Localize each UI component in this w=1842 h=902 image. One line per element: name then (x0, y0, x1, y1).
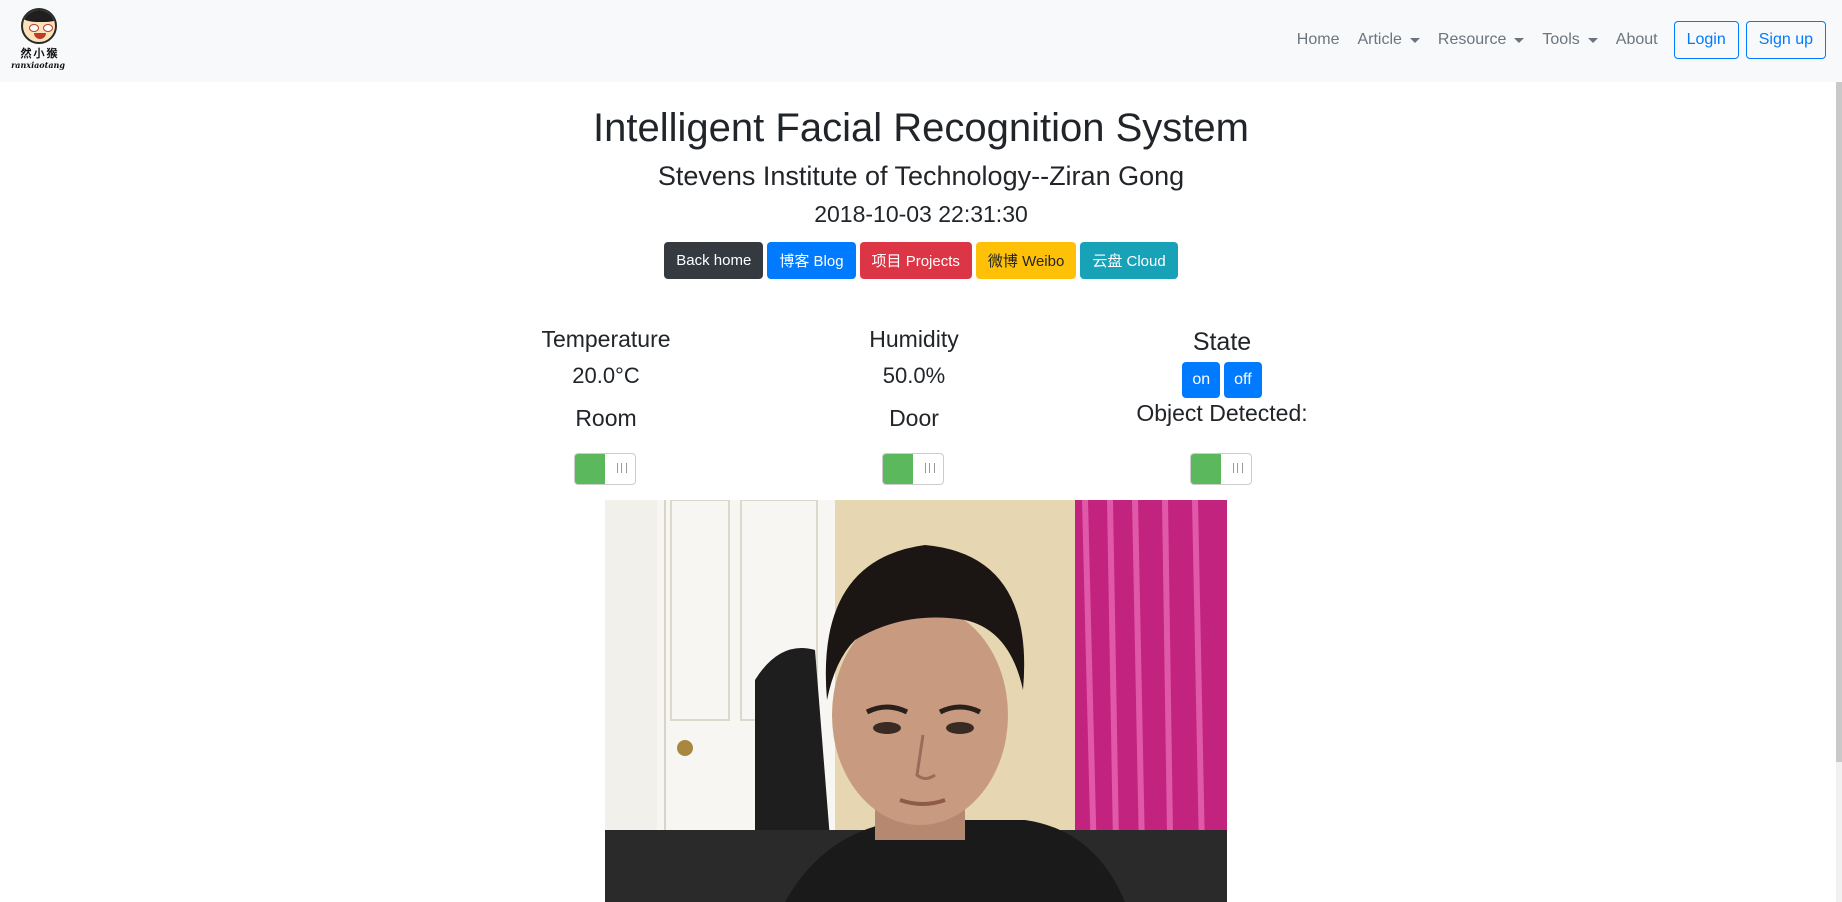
datetime-display: 2018-10-03 22:31:30 (814, 201, 1028, 227)
toggle-grip-icon (617, 463, 627, 473)
temperature-label: Temperature (541, 326, 671, 352)
nav-resource[interactable]: Resource (1437, 31, 1525, 49)
state-panel: State on off Object Detected: (1072, 328, 1372, 427)
toggle-grip-icon (1233, 463, 1243, 473)
nav-tools[interactable]: Tools (1542, 31, 1598, 49)
caret-down-icon (1587, 37, 1598, 43)
cloud-button[interactable]: 云盘 Cloud (1080, 242, 1178, 279)
nav-about[interactable]: About (1616, 31, 1658, 49)
nav-article[interactable]: Article (1357, 31, 1420, 49)
door-toggle[interactable] (882, 453, 944, 485)
nav-resource-label: Resource (1437, 31, 1507, 48)
caret-down-icon (1514, 37, 1525, 43)
humidity-panel: Humidity 50.0% Door (764, 326, 1064, 432)
room-toggle[interactable] (574, 453, 636, 485)
object-detected-toggle[interactable] (1190, 453, 1252, 485)
back-home-button[interactable]: Back home (664, 242, 764, 279)
state-on-button[interactable]: on (1182, 362, 1221, 398)
nav-tools-label: Tools (1542, 31, 1580, 48)
weibo-button[interactable]: 微博 Weibo (975, 242, 1077, 279)
brand-en-text: ranxiaotang (11, 60, 65, 70)
page-scrollbar-thumb[interactable] (1836, 82, 1842, 762)
door-label: Door (889, 405, 939, 431)
camera-feed (605, 500, 1227, 902)
link-button-row: Back home 博客 Blog 项目 Projects 微博 Weibo 云… (0, 242, 1842, 279)
caret-down-icon (1409, 37, 1420, 43)
login-button[interactable]: Login (1673, 21, 1739, 59)
object-detected-label: Object Detected: (1136, 400, 1308, 426)
blog-button[interactable]: 博客 Blog (767, 242, 856, 279)
humidity-value: 50.0% (882, 363, 946, 388)
projects-button[interactable]: 项目 Projects (859, 242, 972, 279)
nav-links: Home Article Resource Tools About Login … (1288, 0, 1826, 80)
state-off-button[interactable]: off (1224, 362, 1262, 398)
nav-article-label: Article (1357, 31, 1402, 48)
nav-home[interactable]: Home (1297, 31, 1340, 49)
toggle-grip-icon (925, 463, 935, 473)
humidity-label: Humidity (869, 326, 959, 352)
nav-about-label: About (1615, 31, 1658, 48)
page-subtitle: Stevens Institute of Technology--Ziran G… (657, 161, 1185, 191)
brand-logo[interactable]: 然小猴 ranxiaotang (6, 8, 70, 72)
temperature-value: 20.0°C (572, 363, 640, 388)
navbar: 然小猴 ranxiaotang Home Article Resource To… (0, 0, 1842, 82)
state-button-group: on off (1072, 362, 1372, 398)
brand-cn-text: 然小猴 (20, 47, 60, 60)
state-label: State (1192, 328, 1252, 356)
room-label: Room (575, 405, 637, 431)
page-title: Intelligent Facial Recognition System (593, 106, 1249, 150)
temperature-panel: Temperature 20.0°C Room (456, 326, 756, 432)
signup-button[interactable]: Sign up (1745, 21, 1826, 59)
logo-face-icon (21, 8, 57, 44)
nav-home-label: Home (1296, 31, 1340, 48)
